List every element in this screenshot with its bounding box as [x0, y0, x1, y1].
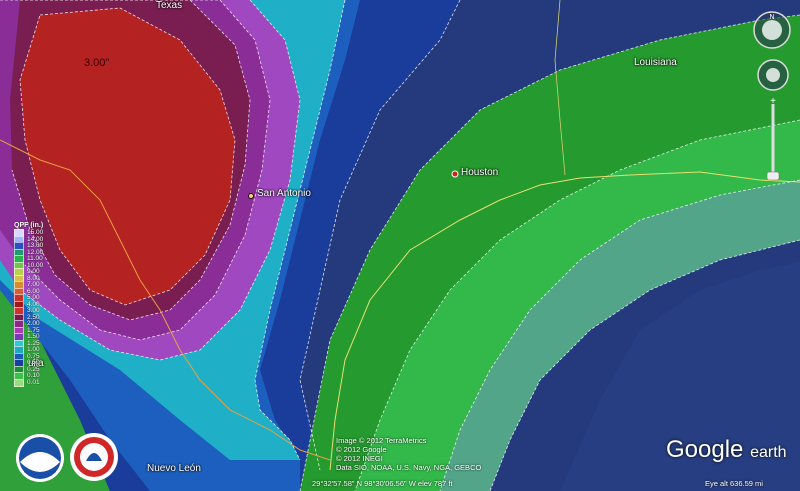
- san-antonio-marker[interactable]: [248, 193, 254, 199]
- google-earth-logo: Google earth: [666, 436, 787, 464]
- nuevo-leon-label: Nuevo León: [147, 463, 201, 474]
- imagery-credits: Image © 2012 TerraMetrics © 2012 Google …: [336, 436, 481, 472]
- credit-line: © 2012 Google: [336, 445, 387, 454]
- texas-label: Texas: [156, 0, 183, 11]
- zoom-slider[interactable]: +: [764, 94, 782, 186]
- svg-text:N: N: [769, 14, 774, 21]
- legend-label: 0.01: [27, 378, 40, 386]
- max-qpf-label: 3.00": [84, 57, 110, 69]
- coordinate-readout: 29°32'57.58" N 98°30'06.56" W elev 787 f…: [312, 479, 453, 488]
- credit-line: © 2012 INEGI: [336, 454, 383, 463]
- credit-line: Image © 2012 TerraMetrics: [336, 436, 427, 445]
- svg-text:+: +: [770, 96, 776, 107]
- compass-control[interactable]: N: [752, 10, 792, 50]
- qpf-map[interactable]: [0, 0, 800, 491]
- look-control[interactable]: [756, 58, 790, 92]
- eye-altitude: Eye alt 636.59 mi: [705, 479, 763, 488]
- legend-swatch: [14, 378, 24, 387]
- earth-wordmark: earth: [750, 444, 787, 461]
- houston-label: Houston: [461, 167, 499, 178]
- legend-title: QPF (in.): [14, 222, 44, 229]
- qpf-legend: QPF (in.) 15.00 14.00 13.00 12.00 11.00 10.00…: [14, 222, 50, 387]
- houston-marker[interactable]: [451, 170, 459, 178]
- google-wordmark: Google: [666, 436, 744, 463]
- nws-logo: [70, 433, 118, 481]
- san-antonio-label: San Antonio: [257, 188, 311, 199]
- legend-rows: 15.00 14.00 13.00 12.00 11.00 10.00 9.00 8.00 7.…: [14, 229, 50, 387]
- credit-line: Data SIO, NOAA, U.S. Navy, NGA, GEBCO: [336, 463, 482, 472]
- louisiana-label: Louisiana: [634, 57, 677, 68]
- legend-item: 0.01: [14, 378, 50, 387]
- noaa-logo: [16, 434, 64, 482]
